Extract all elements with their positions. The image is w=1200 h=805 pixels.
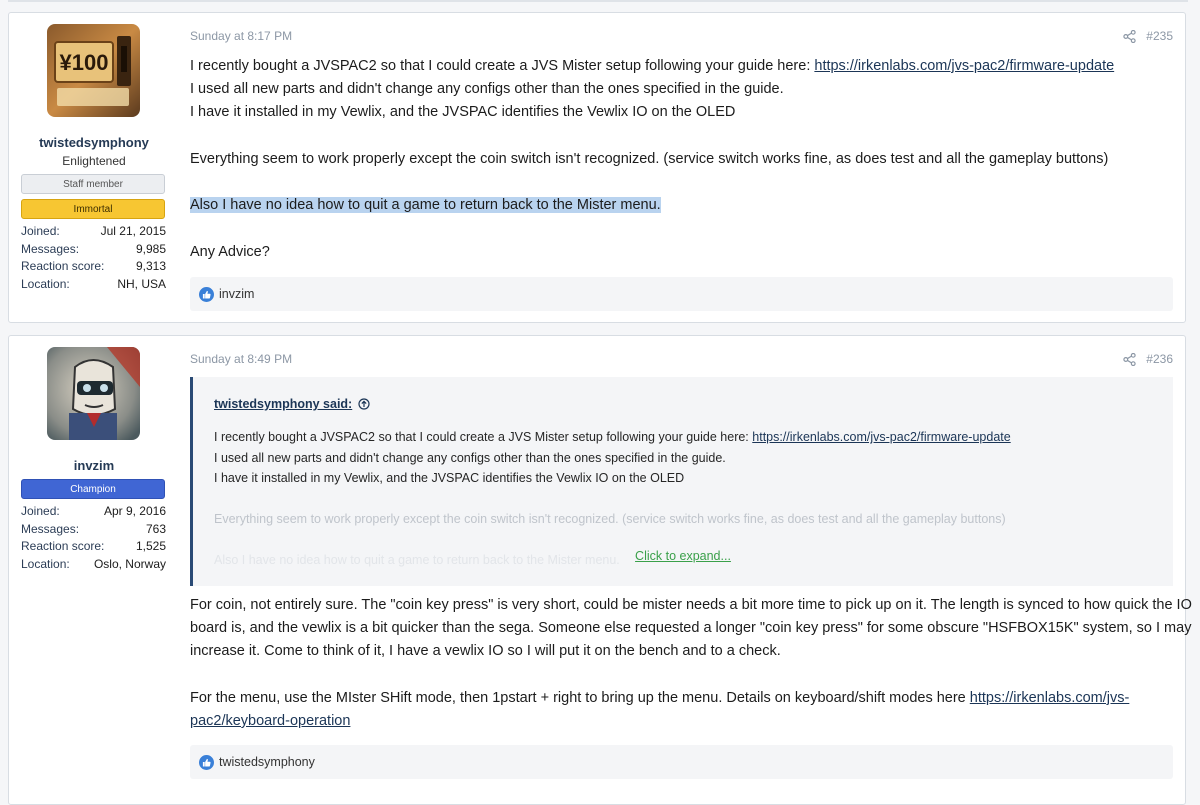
stat-messages: Messages: 763 <box>21 521 166 536</box>
post-meta: Sunday at 8:49 PM #236 <box>190 352 1173 366</box>
post-number[interactable]: #236 <box>1146 352 1173 366</box>
body-line: Also I have no idea how to quit a game t… <box>190 194 1177 217</box>
reactions-bar: invzim <box>190 277 1173 311</box>
body-line: I recently bought a JVSPAC2 so that I co… <box>190 58 1115 74</box>
quote-guide-link[interactable]: https://irkenlabs.com/jvs-pac2/firmware-… <box>752 430 1010 444</box>
quote-line: I used all new parts and didn't change a… <box>214 450 726 465</box>
stat-joined: Joined: Apr 9, 2016 <box>21 504 166 518</box>
username[interactable]: invzim <box>9 458 179 473</box>
like-icon <box>199 286 214 302</box>
user-stats: Joined: Apr 9, 2016 Messages: 763 Reaction… <box>21 503 166 573</box>
click-to-expand-link[interactable]: Click to expand... <box>193 549 1173 563</box>
post-body: For coin, not entirely sure. The "coin k… <box>190 594 1192 733</box>
body-line: Any Advice? <box>190 243 270 260</box>
username[interactable]: twistedsymphony <box>9 135 179 150</box>
selected-text: Also I have no idea how to quit a game t… <box>190 197 661 214</box>
body-line: I used all new parts and didn't change a… <box>190 81 784 98</box>
post-236: invzim Champion Joined: Apr 9, 2016 Messa… <box>8 335 1192 805</box>
post-body: I recently bought a JVSPAC2 so that I co… <box>190 55 1177 264</box>
quote-line: Everything seem to work properly except … <box>214 512 1006 526</box>
svg-text:¥100: ¥100 <box>60 50 109 75</box>
body-line: pac2/keyboard-operation <box>190 710 1177 733</box>
stat-location: Location: Oslo, Norway <box>21 556 166 571</box>
guide-link[interactable]: https://irkenlabs.com/jvs-pac2/firmware-… <box>814 58 1114 74</box>
stat-joined: Joined: Jul 21, 2015 <box>21 224 166 238</box>
immortal-banner: Immortal <box>21 199 165 219</box>
stat-reaction-score: Reaction score: 1,525 <box>21 539 166 554</box>
share-icon[interactable] <box>1123 29 1136 43</box>
stat-reaction-score: Reaction score: 9,313 <box>21 259 166 274</box>
reaction-user-link[interactable]: twistedsymphony <box>219 755 315 769</box>
quote-header: twistedsymphony said: <box>214 397 370 411</box>
post-date[interactable]: Sunday at 8:17 PM <box>190 29 292 43</box>
reactions-bar: twistedsymphony <box>190 745 1173 779</box>
body-line: increase it. Come to think of it, I have… <box>190 643 781 660</box>
circle-arrow-up-icon[interactable] <box>358 398 370 410</box>
body-line: For coin, not entirely sure. The "coin k… <box>190 597 1192 613</box>
keyboard-link-cont[interactable]: pac2/keyboard-operation <box>190 713 350 729</box>
post-number[interactable]: #235 <box>1146 29 1173 43</box>
post-235: ¥100 twistedsymphony Enlightened Staff m… <box>8 12 1186 323</box>
post-date[interactable]: Sunday at 8:49 PM <box>190 352 292 366</box>
body-line: Everything seem to work properly except … <box>190 150 1109 167</box>
stat-location: Location: NH, USA <box>21 276 166 291</box>
champion-banner: Champion <box>21 479 165 499</box>
body-line: I have it installed in my Vewlix, and th… <box>190 104 736 121</box>
user-stats: Joined: Jul 21, 2015 Messages: 9,985 React… <box>21 223 166 293</box>
staff-member-banner: Staff member <box>21 174 165 194</box>
quote-line: I have it installed in my Vewlix, and th… <box>214 471 685 485</box>
avatar[interactable]: ¥100 <box>47 24 140 117</box>
reaction-user-link[interactable]: invzim <box>219 287 254 301</box>
like-icon <box>199 754 214 770</box>
post-meta: Sunday at 8:17 PM #235 <box>190 29 1173 43</box>
top-divider <box>8 0 1188 2</box>
share-icon[interactable] <box>1123 352 1136 366</box>
quote-line: I recently bought a JVSPAC2 so that I co… <box>214 430 1011 444</box>
body-line: For the menu, use the MIster SHift mode,… <box>190 689 1130 706</box>
quote-block: twistedsymphony said: I recently bought … <box>190 377 1173 586</box>
keyboard-link[interactable]: https://irkenlabs.com/jvs- <box>970 690 1130 706</box>
quote-author-link[interactable]: twistedsymphony said: <box>214 397 352 411</box>
body-line: board is, and the vewlix is a bit quicke… <box>190 620 1192 637</box>
stat-messages: Messages: 9,985 <box>21 241 166 256</box>
user-title: Enlightened <box>62 154 126 168</box>
avatar[interactable] <box>47 347 140 440</box>
